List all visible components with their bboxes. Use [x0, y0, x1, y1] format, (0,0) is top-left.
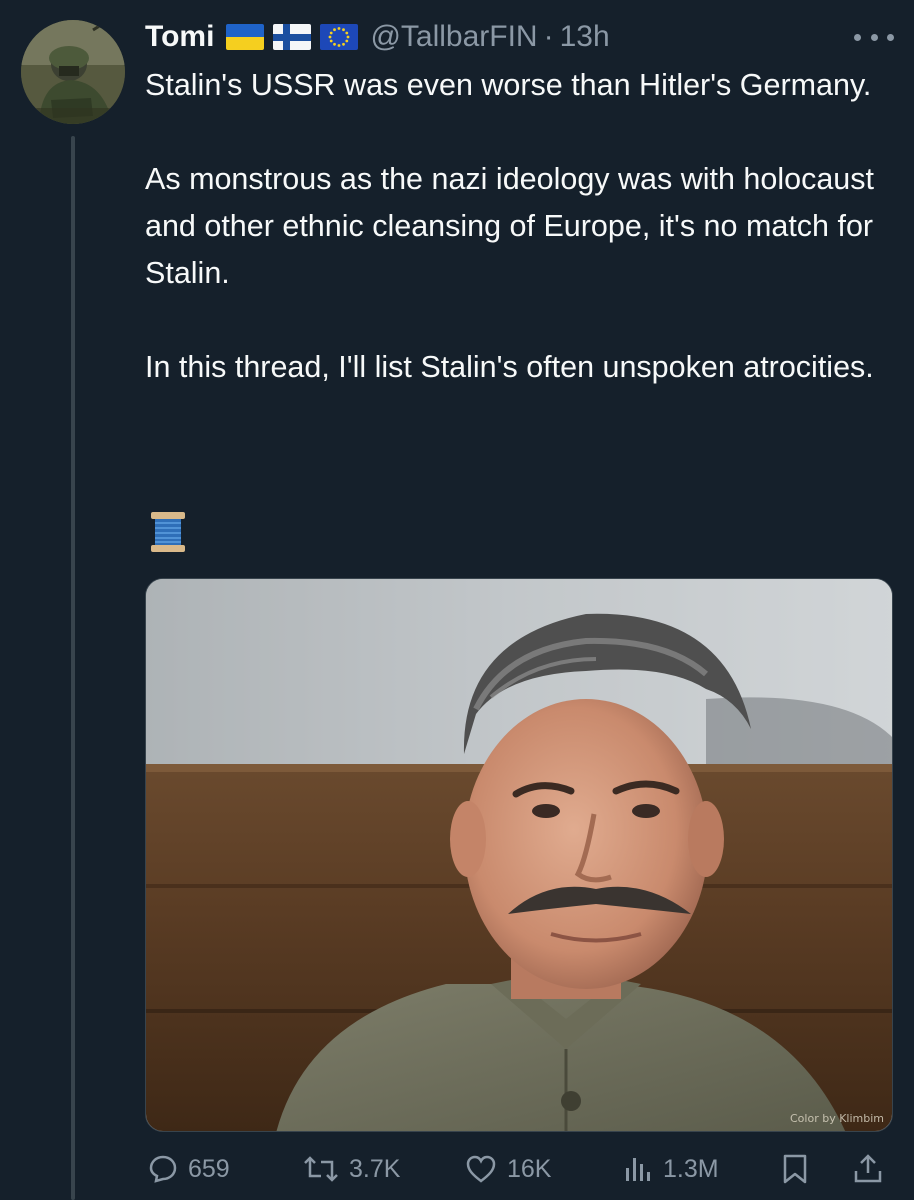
- tweet-paragraph: As monstrous as the nazi ideology was wi…: [145, 162, 874, 290]
- tweet-paragraph: In this thread, I'll list Stalin's often…: [145, 350, 874, 384]
- views-button[interactable]: 1.3M: [623, 1146, 719, 1192]
- share-button[interactable]: [853, 1146, 883, 1192]
- tweet-text: Stalin's USSR was even worse than Hitler…: [145, 62, 905, 438]
- like-count: 16K: [507, 1154, 552, 1183]
- bookmark-icon: [783, 1154, 807, 1184]
- tweet[interactable]: Tomi @TallbarFIN · 13h Stalin's USSR was…: [0, 0, 914, 1200]
- avatar[interactable]: [21, 20, 125, 124]
- author-name[interactable]: Tomi: [145, 20, 214, 54]
- tweet-header: Tomi @TallbarFIN · 13h: [145, 16, 894, 58]
- more-options-icon[interactable]: [854, 22, 894, 52]
- tweet-paragraph: Stalin's USSR was even worse than Hitler…: [145, 68, 872, 102]
- action-bar: 659 3.7K 16K 1.3M: [145, 1146, 893, 1192]
- repost-button[interactable]: 3.7K: [303, 1146, 400, 1192]
- share-icon: [854, 1154, 882, 1183]
- tweet-image[interactable]: Color by Klimbim: [145, 578, 893, 1132]
- like-button[interactable]: 16K: [465, 1146, 551, 1192]
- repost-icon: [304, 1156, 338, 1182]
- reply-count: 659: [188, 1154, 230, 1183]
- eu-flag-icon: [320, 24, 359, 50]
- heart-icon: [466, 1155, 496, 1183]
- reply-icon: [149, 1155, 177, 1183]
- repost-count: 3.7K: [349, 1154, 401, 1183]
- spool-of-thread-icon: [151, 512, 185, 552]
- image-credit: Color by Klimbim: [790, 1112, 884, 1125]
- finland-flag-icon: [273, 24, 312, 50]
- bookmark-button[interactable]: [781, 1146, 809, 1192]
- analytics-icon: [626, 1158, 650, 1181]
- thread-connector-line: [71, 136, 75, 1200]
- flag-emojis: [226, 24, 359, 50]
- post-timestamp[interactable]: 13h: [560, 20, 610, 54]
- view-count: 1.3M: [663, 1154, 719, 1183]
- author-handle[interactable]: @TallbarFIN: [370, 20, 537, 54]
- reply-button[interactable]: 659: [148, 1146, 230, 1192]
- meta-separator: ·: [543, 20, 554, 53]
- ukraine-flag-icon: [226, 24, 265, 50]
